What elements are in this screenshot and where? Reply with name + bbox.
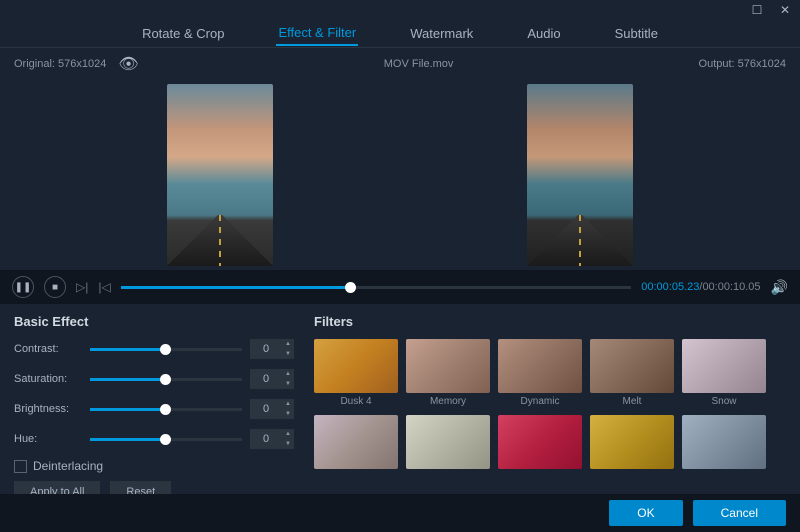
time-current: 00:00:05.23: [641, 281, 699, 293]
output-dimensions: Output: 576x1024: [699, 58, 786, 70]
spinner-up-icon[interactable]: ▲: [282, 369, 294, 379]
filter-thumbnail[interactable]: [406, 339, 490, 393]
spinner-brightness[interactable]: 0▲▼: [250, 399, 294, 419]
filename-label: MOV File.mov: [384, 58, 454, 70]
spinner-up-icon[interactable]: ▲: [282, 399, 294, 409]
spinner-hue[interactable]: 0▲▼: [250, 429, 294, 449]
filter-thumbnail[interactable]: [498, 339, 582, 393]
slider-label: Hue:: [14, 433, 82, 445]
spinner-down-icon[interactable]: ▼: [282, 379, 294, 389]
tab-effect-filter[interactable]: Effect & Filter: [276, 21, 358, 46]
spinner-down-icon[interactable]: ▼: [282, 439, 294, 449]
tab-watermark[interactable]: Watermark: [408, 22, 475, 45]
basic-effect-title: Basic Effect: [14, 314, 294, 329]
time-total: 00:00:10.05: [702, 281, 760, 293]
slider-label: Brightness:: [14, 403, 82, 415]
filter-thumbnail[interactable]: [498, 415, 582, 469]
filter-name-label: Dusk 4: [340, 396, 371, 407]
seek-bar[interactable]: [121, 286, 632, 289]
cancel-button[interactable]: Cancel: [693, 500, 786, 526]
ok-button[interactable]: OK: [609, 500, 682, 526]
preview-output: [527, 84, 633, 266]
spinner-down-icon[interactable]: ▼: [282, 409, 294, 419]
filter-name-label: Melt: [623, 396, 642, 407]
tab-subtitle[interactable]: Subtitle: [613, 22, 660, 45]
spinner-down-icon[interactable]: ▼: [282, 349, 294, 359]
prev-frame-button[interactable]: ▷|: [76, 280, 88, 294]
deinterlacing-checkbox[interactable]: [14, 460, 27, 473]
filter-thumbnail[interactable]: [314, 415, 398, 469]
spinner-up-icon[interactable]: ▲: [282, 339, 294, 349]
filter-thumbnail[interactable]: [682, 415, 766, 469]
filter-name-label: Memory: [430, 396, 466, 407]
spinner-up-icon[interactable]: ▲: [282, 429, 294, 439]
filter-thumbnail[interactable]: [314, 339, 398, 393]
filter-thumbnail[interactable]: [590, 415, 674, 469]
spinner-contrast[interactable]: 0▲▼: [250, 339, 294, 359]
slider-contrast[interactable]: [90, 348, 242, 351]
filter-name-label: Dynamic: [521, 396, 560, 407]
filter-thumbnail[interactable]: [682, 339, 766, 393]
tab-bar: Rotate & Crop Effect & Filter Watermark …: [0, 20, 800, 48]
tab-rotate-crop[interactable]: Rotate & Crop: [140, 22, 226, 45]
volume-icon[interactable]: 🔊: [771, 279, 788, 296]
eye-icon[interactable]: 👁: [118, 54, 138, 74]
filter-thumbnail[interactable]: [590, 339, 674, 393]
slider-brightness[interactable]: [90, 408, 242, 411]
preview-original: [167, 84, 273, 266]
slider-label: Contrast:: [14, 343, 82, 355]
close-button[interactable]: ✕: [778, 3, 792, 17]
slider-saturation[interactable]: [90, 378, 242, 381]
next-frame-button[interactable]: |◁: [98, 280, 110, 294]
pause-button[interactable]: ❚❚: [12, 276, 34, 298]
tab-audio[interactable]: Audio: [525, 22, 562, 45]
filter-thumbnail[interactable]: [406, 415, 490, 469]
original-dimensions: Original: 576x1024: [14, 58, 106, 70]
slider-label: Saturation:: [14, 373, 82, 385]
filters-title: Filters: [314, 314, 786, 329]
stop-button[interactable]: ■: [44, 276, 66, 298]
spinner-saturation[interactable]: 0▲▼: [250, 369, 294, 389]
slider-hue[interactable]: [90, 438, 242, 441]
maximize-button[interactable]: ☐: [750, 3, 764, 17]
deinterlacing-label: Deinterlacing: [33, 459, 103, 473]
filter-name-label: Snow: [711, 396, 736, 407]
